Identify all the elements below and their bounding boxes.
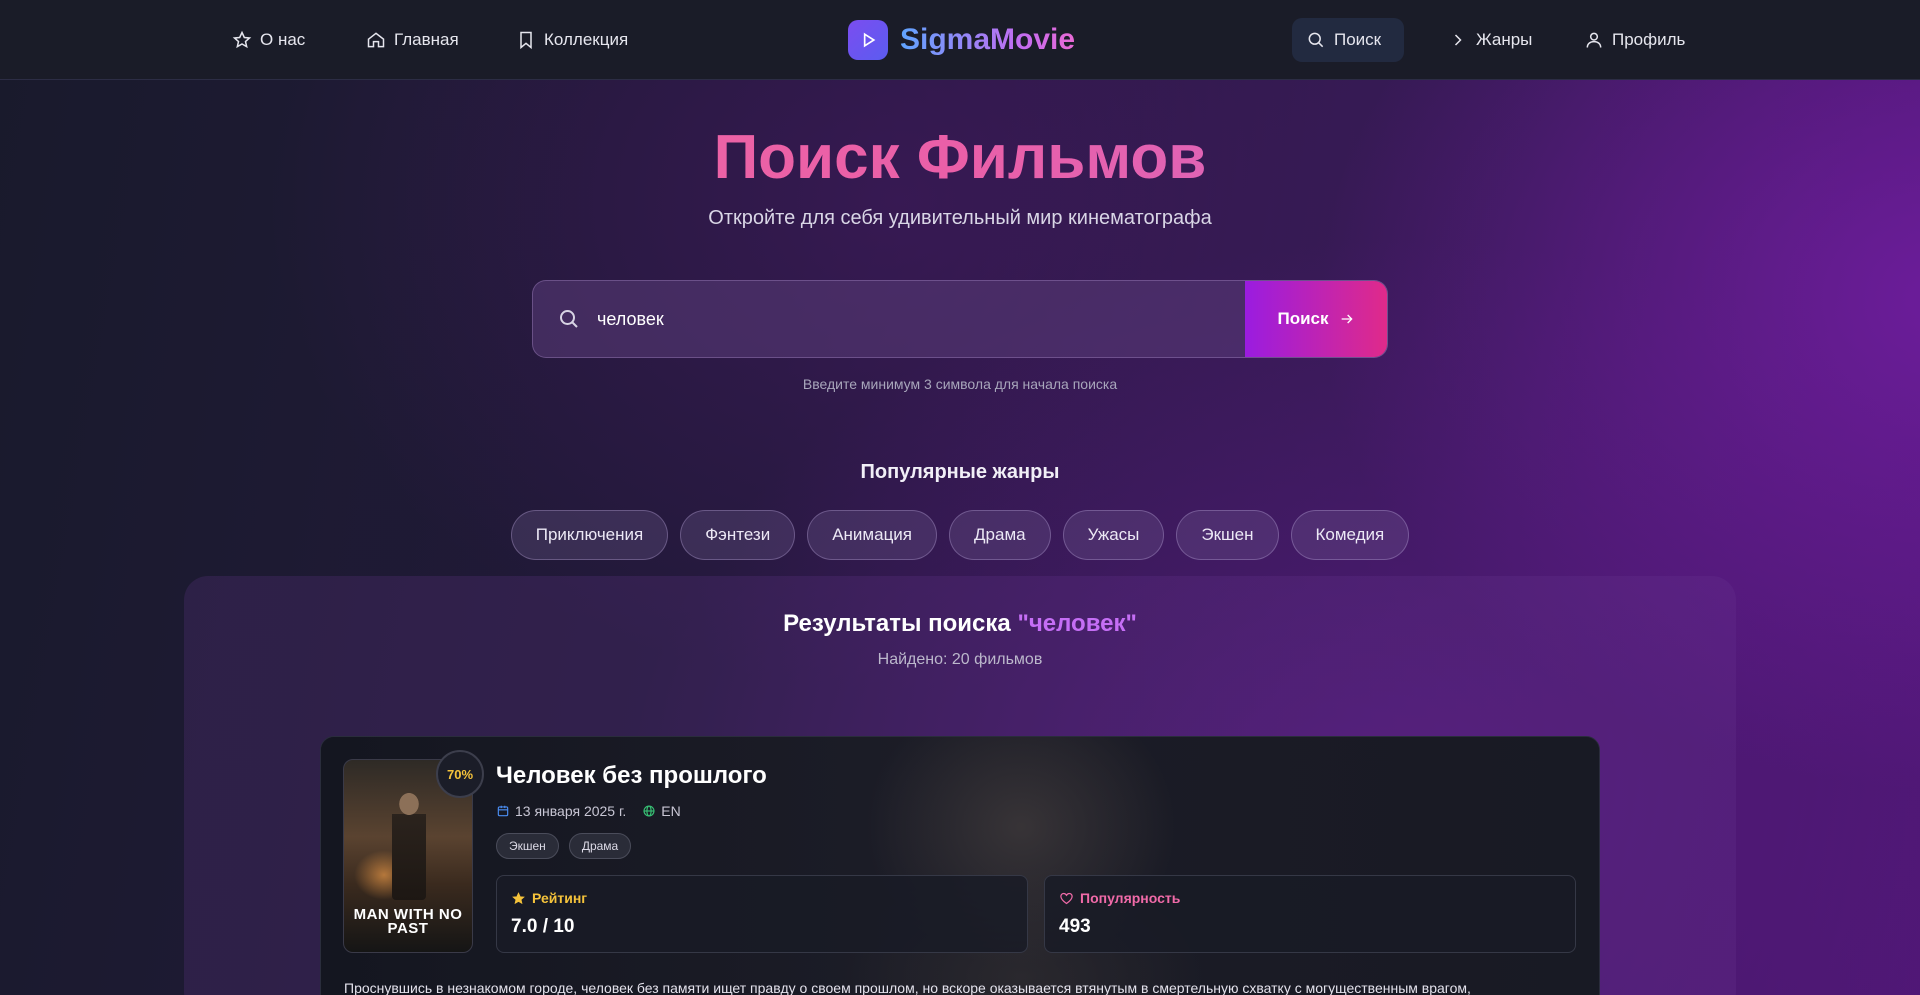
genre-chip[interactable]: Экшен <box>1176 510 1279 560</box>
user-icon <box>1586 32 1602 48</box>
genre-chip[interactable]: Приключения <box>510 510 669 560</box>
home-icon <box>367 32 385 48</box>
genre-tag: Экшен <box>496 833 559 859</box>
search-icon <box>1308 32 1324 48</box>
rating-label: Рейтинг <box>532 890 588 906</box>
star-icon <box>232 30 252 49</box>
brand[interactable]: SigmaMovie <box>848 18 1075 62</box>
calendar-icon <box>497 805 509 817</box>
nav-collection[interactable]: Коллекция <box>502 18 642 62</box>
movie-date: 13 января 2025 г. <box>515 803 627 819</box>
movie-language: EN <box>661 803 681 819</box>
bookmark-icon <box>520 31 532 50</box>
play-logo-icon <box>848 20 888 60</box>
heart-icon <box>1060 892 1073 904</box>
top-navbar: О нас Главная Коллекция SigmaMovie Поиск… <box>0 0 1920 80</box>
results-count: Найдено: 20 фильмов <box>877 651 1043 668</box>
search-button-label: Поиск <box>1277 309 1329 328</box>
popularity-label: Популярность <box>1080 890 1181 906</box>
nav-home[interactable]: Главная <box>352 18 473 62</box>
genre-tag: Драма <box>568 833 632 859</box>
nav-profile[interactable]: Профиль <box>1570 18 1699 62</box>
page-subtitle: Откройте для себя удивительный мир кинем… <box>708 207 1212 229</box>
star-filled-icon <box>512 891 525 904</box>
nav-about-label: О нас <box>260 30 306 49</box>
results-title-prefix: Результаты поиска <box>783 610 1018 637</box>
search-icon <box>557 307 581 331</box>
search-button[interactable]: Поиск <box>1245 281 1387 357</box>
nav-search[interactable]: Поиск <box>1292 18 1404 62</box>
nav-genres-label: Жанры <box>1476 30 1533 49</box>
poster-title: MAN WITH NO PAST <box>353 906 463 937</box>
nav-genres[interactable]: Жанры <box>1434 18 1546 62</box>
popular-genres-title: Популярные жанры <box>860 461 1060 483</box>
results-title: Результаты поиска "человек" <box>0 610 1920 638</box>
movie-meta: 13 января 2025 г. EN <box>496 803 681 819</box>
popular-genres-list: Приключения Фэнтези Анимация Драма Ужасы… <box>0 510 1920 560</box>
nav-about[interactable]: О нас <box>218 18 319 62</box>
genre-chip[interactable]: Фэнтези <box>680 510 796 560</box>
nav-collection-label: Коллекция <box>544 30 629 49</box>
rating-box: Рейтинг 7.0 / 10 <box>496 875 1028 953</box>
popularity-value: 493 <box>1059 916 1091 937</box>
nav-profile-label: Профиль <box>1612 30 1686 49</box>
page-title: Поиск Фильмов <box>0 122 1920 193</box>
movie-tags: Экшен Драма <box>496 833 632 859</box>
nav-search-label: Поиск <box>1334 30 1382 49</box>
genre-chip[interactable]: Драма <box>949 510 1051 560</box>
search-hint: Введите минимум 3 символа для начала пои… <box>802 376 1118 392</box>
genre-chip[interactable]: Анимация <box>807 510 938 560</box>
nav-home-label: Главная <box>394 30 459 49</box>
score-badge: 70% <box>436 750 484 798</box>
movie-description: Проснувшись в незнакомом городе, человек… <box>344 980 1471 995</box>
results-query: "человек" <box>1017 610 1137 637</box>
genre-chip[interactable]: Ужасы <box>1062 510 1165 560</box>
rating-value: 7.0 / 10 <box>511 916 575 937</box>
movie-title[interactable]: Человек без прошлого <box>496 762 767 790</box>
chevron-right-icon <box>1454 34 1462 46</box>
arrow-right-icon <box>1341 314 1353 324</box>
genre-chip[interactable]: Комедия <box>1290 510 1410 560</box>
popularity-box: Популярность 493 <box>1044 875 1576 953</box>
search-bar: Поиск <box>532 280 1388 358</box>
search-input[interactable] <box>597 281 1245 357</box>
globe-icon <box>643 805 655 817</box>
brand-name: SigmaMovie <box>900 23 1076 56</box>
